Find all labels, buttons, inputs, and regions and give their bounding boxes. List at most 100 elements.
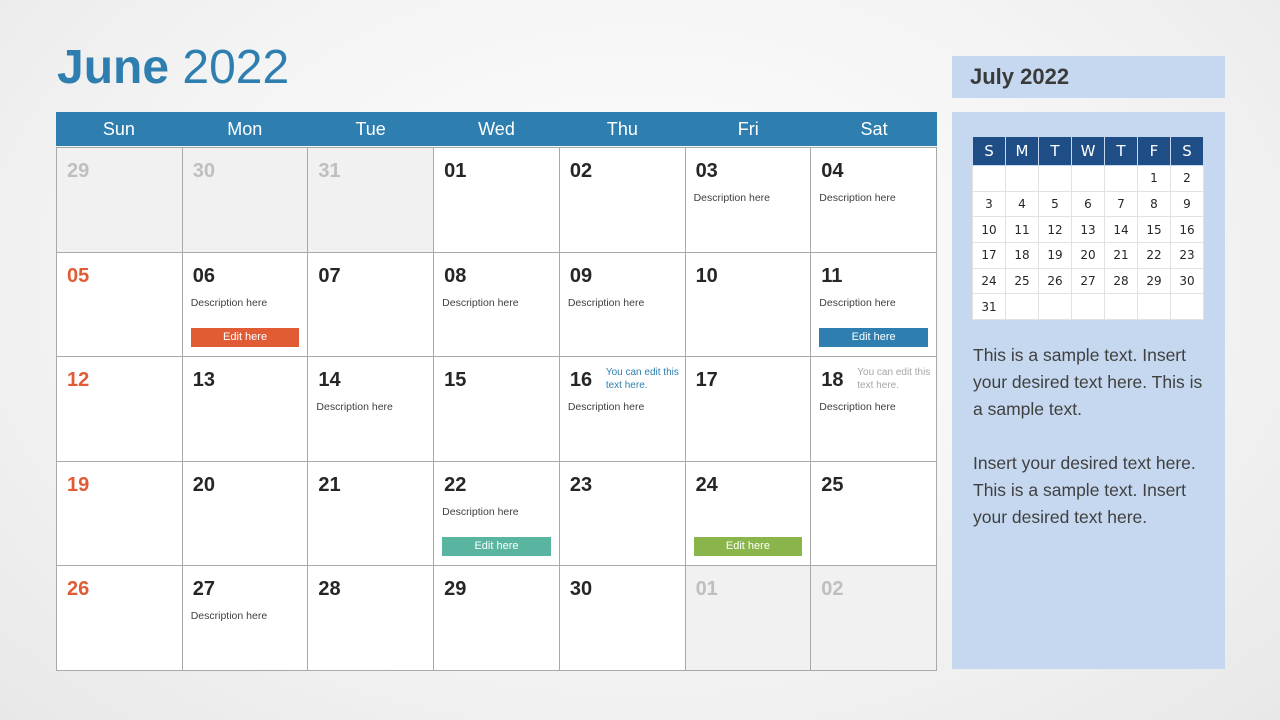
day-cell[interactable]: 26 — [57, 566, 183, 671]
day-cell[interactable]: 05 — [57, 252, 183, 357]
edit-button[interactable]: Edit here — [819, 327, 928, 347]
day-number: 29 — [67, 160, 90, 182]
day-description: Description here — [190, 610, 268, 622]
day-number: 05 — [67, 264, 90, 287]
mini-day — [1005, 293, 1039, 321]
edit-button[interactable]: Edit here — [190, 327, 300, 347]
side-notes: This is a sample text. Insert your desir… — [973, 342, 1213, 531]
day-cell[interactable]: 01 — [434, 148, 560, 253]
day-cell[interactable]: 31 — [308, 148, 435, 253]
mini-week-row: 3456789 — [972, 190, 1204, 218]
day-number: 09 — [569, 264, 593, 287]
day-cell[interactable]: 28 — [308, 566, 435, 671]
mini-day: 3 — [972, 190, 1006, 218]
mini-day: 6 — [1071, 190, 1105, 218]
day-cell[interactable]: 22 Description here Edit here — [434, 461, 560, 566]
mini-day — [1038, 165, 1072, 192]
mini-day — [1104, 293, 1138, 321]
day-cell[interactable]: 04 Description here — [811, 148, 937, 253]
side-paragraph: Insert your desired text here. This is a… — [973, 453, 1196, 527]
next-month-title: July 2022 — [952, 56, 1225, 98]
mini-day: 29 — [1137, 267, 1171, 295]
mini-day: 21 — [1104, 242, 1138, 269]
mini-day: 7 — [1104, 190, 1138, 218]
day-description: Description here — [693, 192, 771, 204]
day-number: 16 — [569, 369, 593, 391]
weekday-fri: Fri — [737, 119, 759, 139]
mini-day: 23 — [1170, 242, 1204, 269]
day-cell[interactable]: 19 — [57, 461, 183, 566]
day-cell[interactable]: 01 — [685, 566, 812, 671]
mini-day: 16 — [1170, 216, 1204, 244]
day-cell[interactable]: 07 — [308, 252, 435, 357]
mini-day: 20 — [1071, 242, 1105, 269]
day-cell[interactable]: 18 You can edit this text here. Descriptio… — [811, 357, 937, 462]
edit-button[interactable]: Edit here — [693, 536, 803, 556]
mini-day: 24 — [972, 267, 1006, 295]
day-cell[interactable]: 11 Description here Edit here — [811, 252, 937, 357]
day-cell[interactable]: 30 — [559, 566, 686, 671]
day-cell[interactable]: 02 — [811, 566, 937, 671]
day-number: 23 — [569, 473, 593, 496]
day-number: 29 — [444, 578, 467, 600]
mini-day — [1170, 293, 1204, 321]
day-description: Description here — [819, 401, 896, 413]
mini-day: 18 — [1005, 242, 1039, 269]
mini-day: 28 — [1104, 267, 1138, 295]
mini-day: 4 — [1005, 190, 1039, 218]
mini-weekday: T — [1104, 136, 1138, 166]
page-title: June 2022 — [57, 38, 289, 98]
title-month: June — [57, 41, 170, 94]
day-cell[interactable]: 08 Description here — [434, 252, 560, 357]
day-cell[interactable]: 06 Description here Edit here — [182, 252, 309, 357]
day-description: Description here — [819, 192, 896, 204]
mini-day: 25 — [1005, 267, 1039, 295]
day-number: 02 — [821, 578, 844, 600]
edit-button[interactable]: Edit here — [442, 536, 551, 556]
day-number: 26 — [67, 578, 90, 600]
day-cell[interactable]: 30 — [182, 148, 309, 253]
day-cell[interactable]: 12 — [57, 357, 183, 462]
day-cell[interactable]: 23 — [559, 461, 686, 566]
weekday-wed: Wed — [478, 119, 515, 139]
day-cell[interactable]: 17 — [685, 357, 812, 462]
day-number: 01 — [444, 160, 467, 182]
day-cell[interactable]: 10 — [685, 252, 812, 357]
mini-day: 14 — [1104, 216, 1138, 244]
mini-day: 2 — [1170, 165, 1204, 192]
day-cell[interactable]: 29 — [57, 148, 183, 253]
day-number: 02 — [569, 160, 593, 182]
weekday-sun: Sun — [102, 119, 135, 139]
day-note: You can edit this text here. — [857, 367, 931, 391]
day-number: 12 — [67, 369, 90, 391]
mini-day — [1104, 165, 1138, 192]
mini-day: 22 — [1137, 242, 1171, 269]
day-cell[interactable]: 03 Description here — [685, 148, 812, 253]
side-panel: SMTWTFS 1 2 3 4 5 6 7 8 9 10 11 12 13 14 15 16 17 18 19 20 2… — [952, 112, 1225, 669]
side-paragraph: This is a sample text. Insert your desir… — [973, 345, 1203, 419]
day-number: 08 — [444, 264, 467, 287]
day-cell[interactable]: 13 — [182, 357, 309, 462]
day-number: 22 — [444, 473, 467, 496]
day-cell[interactable]: 25 — [811, 461, 937, 566]
day-cell[interactable]: 15 — [434, 357, 560, 462]
day-description: Description here — [316, 401, 393, 413]
mini-day: 10 — [972, 216, 1006, 244]
day-cell[interactable]: 24 Edit here — [685, 461, 812, 566]
day-cell[interactable]: 16 You can edit this text here. Descriptio… — [559, 357, 686, 462]
day-cell[interactable]: 20 — [182, 461, 309, 566]
mini-day: 31 — [972, 293, 1006, 321]
day-number: 18 — [821, 369, 844, 391]
mini-day: 17 — [972, 242, 1006, 269]
day-number: 06 — [192, 264, 215, 287]
day-cell[interactable]: 29 — [434, 566, 560, 671]
day-cell[interactable]: 14 Description here — [308, 357, 435, 462]
mini-day: 1 — [1137, 165, 1171, 192]
day-cell[interactable]: 09 Description here — [559, 252, 686, 357]
day-cell[interactable]: 27 Description here — [182, 566, 309, 671]
day-description: Description here — [190, 296, 268, 309]
day-cell[interactable]: 21 — [308, 461, 435, 566]
mini-week-row: 17 18 19 20 21 22 23 — [972, 242, 1204, 269]
mini-day: 26 — [1038, 267, 1072, 295]
day-cell[interactable]: 02 — [559, 148, 686, 253]
